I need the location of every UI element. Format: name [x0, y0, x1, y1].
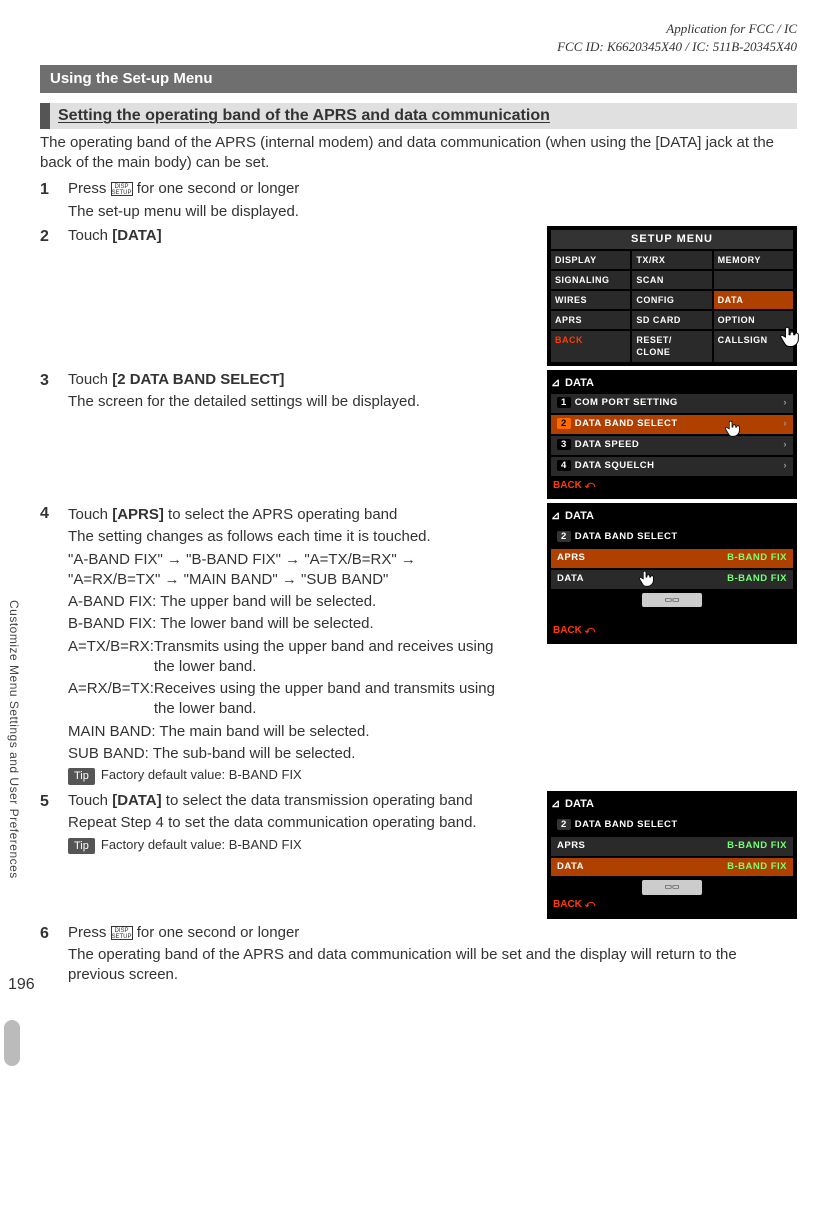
row-data-squelch: 4DATA SQUELCH›	[551, 457, 793, 476]
step-5-line2: Repeat Step 4 to set the data communicat…	[68, 813, 507, 833]
antenna-icon: ⊿	[551, 797, 561, 812]
cell-scan: SCAN	[632, 271, 711, 289]
step-2: Touch [DATA] SETUP MENU DISPLAY TX/RX ME…	[40, 226, 797, 366]
step-6-line1: Press DISPSETUP for one second or longer	[68, 923, 797, 943]
chevron-right-icon: ›	[783, 397, 787, 410]
cell-data: DATA	[714, 291, 793, 309]
step-1: Press DISPSETUP for one second or longer…	[40, 179, 797, 222]
step-6: Press DISPSETUP for one second or longer…	[40, 923, 797, 986]
desc-mainband: MAIN BAND: The main band will be selecte…	[68, 722, 507, 742]
cell-memory: MEMORY	[714, 251, 793, 269]
step-4-sequence: "A-BAND FIX" → "B-BAND FIX" → "A=TX/B=RX…	[68, 550, 507, 591]
step-3: Touch [2 DATA BAND SELECT] The screen fo…	[40, 370, 797, 500]
back-label: BACK ⤺	[551, 476, 793, 496]
row-com-port: 1COM PORT SETTING›	[551, 394, 793, 413]
desc-subband: SUB BAND: The sub-band will be selected.	[68, 744, 507, 764]
kv-aprs: APRSB-BAND FIX	[551, 837, 793, 856]
touch-hand-icon	[721, 417, 743, 439]
section-title: Setting the operating band of the APRS a…	[40, 103, 797, 129]
chevron-right-icon: ›	[783, 418, 787, 431]
fcc-line1: Application for FCC / IC	[40, 20, 797, 38]
cell-gm	[714, 271, 793, 289]
band-graphic-icon: ▭▭	[642, 593, 702, 608]
step-1-line2: The set-up menu will be displayed.	[68, 202, 797, 222]
row-data-band-select: 2DATA BAND SELECT›	[551, 415, 793, 434]
cell-config: CONFIG	[632, 291, 711, 309]
chevron-right-icon: ›	[783, 439, 787, 452]
row-data-speed: 3DATA SPEED›	[551, 436, 793, 455]
step-3-line2: The screen for the detailed settings wil…	[68, 392, 507, 412]
step-1-line1: Press DISPSETUP for one second or longer	[68, 179, 797, 199]
band-graphic-icon: ▭▭	[642, 880, 702, 895]
disp-setup-icon: DISPSETUP	[111, 926, 133, 940]
cell-reset-clone: RESET/ CLONE	[632, 331, 711, 361]
step-3-line1: Touch [2 DATA BAND SELECT]	[68, 370, 507, 390]
touch-hand-icon	[635, 567, 657, 589]
kv-data: DATAB-BAND FIX	[551, 858, 793, 877]
fcc-line2: FCC ID: K6620345X40 / IC: 511B-20345X40	[40, 38, 797, 56]
desc-bband: B-BAND FIX: The lower band will be selec…	[68, 614, 507, 634]
step-5-line1: Touch [DATA] to select the data transmis…	[68, 791, 507, 811]
step-5-tip: TipFactory default value: B-BAND FIX	[68, 836, 507, 855]
fcc-header: Application for FCC / IC FCC ID: K662034…	[40, 20, 797, 55]
cell-display: DISPLAY	[551, 251, 630, 269]
cell-sdcard: SD CARD	[632, 311, 711, 329]
shot4-title: DATA	[565, 797, 594, 812]
step-4-line2: The setting changes as follows each time…	[68, 527, 507, 547]
touch-hand-icon	[775, 322, 803, 350]
row-header: 2DATA BAND SELECT	[551, 528, 793, 547]
cell-aprs: APRS	[551, 311, 630, 329]
step-4-tip: TipFactory default value: B-BAND FIX	[68, 766, 507, 785]
disp-setup-icon: DISPSETUP	[111, 182, 133, 196]
setup-menu-title: SETUP MENU	[551, 230, 793, 249]
back-label: BACK ⤺	[551, 895, 793, 915]
cell-back: BACK	[551, 331, 630, 361]
desc-aband: A-BAND FIX: The upper band will be selec…	[68, 592, 507, 612]
data-menu-title: DATA	[565, 376, 594, 391]
row-header: 2DATA BAND SELECT	[551, 816, 793, 835]
side-tab: Customize Menu Settings and User Prefere…	[6, 600, 22, 879]
desc-atx-brx: A=TX/B=RX: Transmits using the upper ban…	[68, 637, 507, 678]
step-4: Touch [APRS] to select the APRS operatin…	[40, 503, 797, 787]
antenna-icon: ⊿	[551, 376, 561, 391]
intro-text: The operating band of the APRS (internal…	[40, 133, 797, 174]
shot3-title: DATA	[565, 509, 594, 524]
step-2-line1: Touch [DATA]	[68, 226, 507, 246]
cell-signaling: SIGNALING	[551, 271, 630, 289]
page-number: 196	[8, 974, 35, 996]
cell-wires: WIRES	[551, 291, 630, 309]
kv-data: DATAB-BAND FIX	[551, 570, 793, 589]
banner: Using the Set-up Menu	[40, 65, 797, 93]
back-label: BACK ⤺	[551, 621, 793, 641]
data-band-select-aprs-screenshot: ⊿ DATA 2DATA BAND SELECT APRSB-BAND FIX D…	[547, 503, 797, 644]
data-band-select-data-screenshot: ⊿ DATA 2DATA BAND SELECT APRSB-BAND FIX D…	[547, 791, 797, 919]
step-5: Touch [DATA] to select the data transmis…	[40, 791, 797, 919]
chevron-right-icon: ›	[783, 460, 787, 473]
cell-txrx: TX/RX	[632, 251, 711, 269]
desc-arx-btx: A=RX/B=TX: Receives using the upper band…	[68, 679, 507, 720]
step-6-line2: The operating band of the APRS and data …	[68, 945, 797, 986]
antenna-icon: ⊿	[551, 509, 561, 524]
kv-aprs: APRSB-BAND FIX	[551, 549, 793, 568]
data-menu-screenshot: ⊿ DATA 1COM PORT SETTING› 2DATA BAND SELE…	[547, 370, 797, 500]
step-4-line1: Touch [APRS] to select the APRS operatin…	[68, 505, 507, 525]
setup-menu-screenshot: SETUP MENU DISPLAY TX/RX MEMORY SIGNALIN…	[547, 226, 797, 366]
